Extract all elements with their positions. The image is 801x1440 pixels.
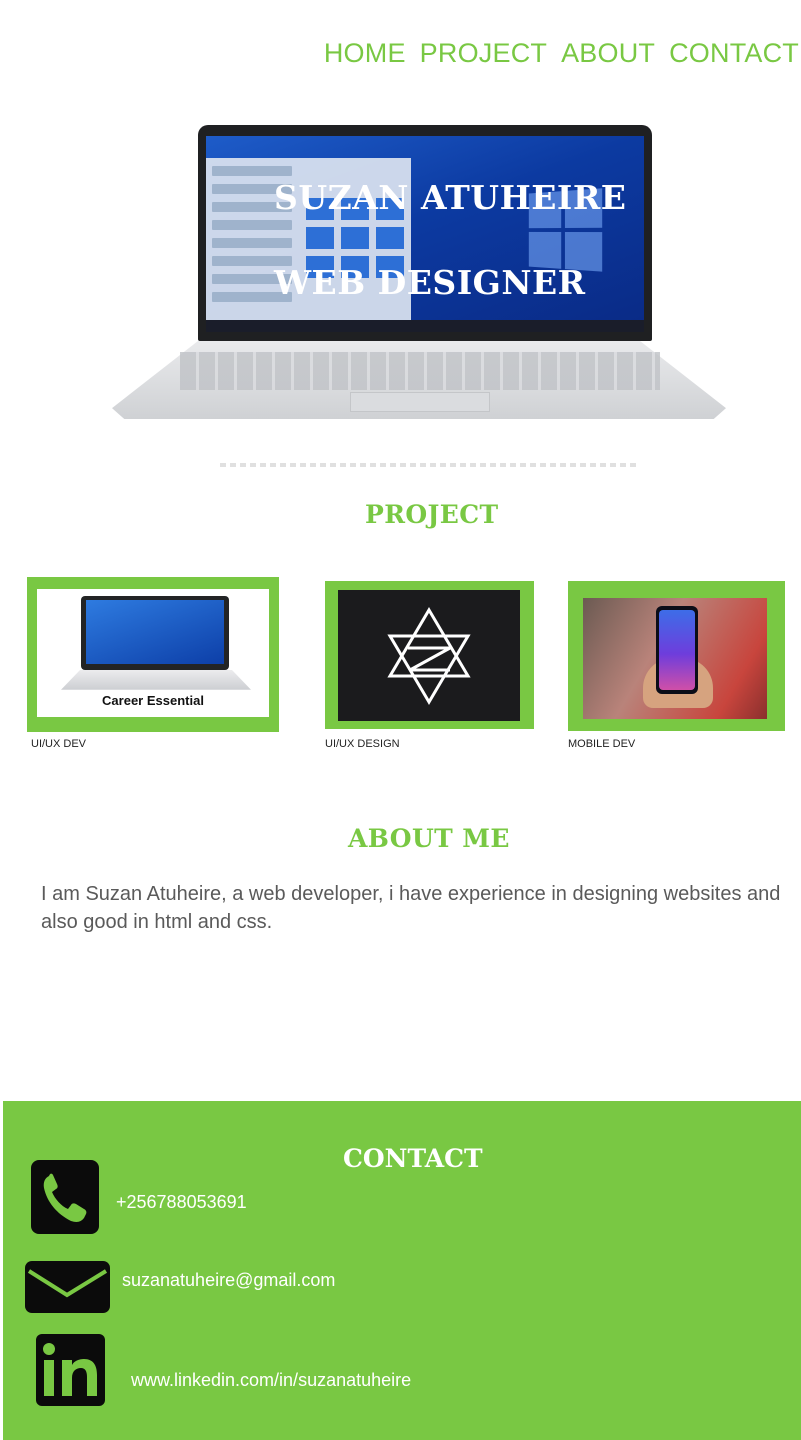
hero-name: SUZAN ATUHEIRE — [274, 178, 627, 217]
project-label-uiux-dev: UI/UX DEV — [31, 738, 87, 750]
nav-home-link[interactable]: HOME — [324, 38, 406, 69]
phone-icon[interactable] — [31, 1160, 99, 1234]
envelope-icon[interactable] — [25, 1261, 110, 1313]
hero-banner: SUZAN ATUHEIRE WEB DESIGNER — [0, 120, 801, 480]
taskbar-graphic — [206, 320, 644, 332]
project-card-mobile-dev[interactable] — [568, 581, 785, 731]
star-logo-icon — [387, 607, 471, 705]
laptop-touchpad — [350, 392, 490, 412]
mini-laptop-screen — [86, 600, 224, 664]
contact-phone-number[interactable]: +256788053691 — [116, 1192, 247, 1213]
laptop-keyboard — [180, 352, 660, 390]
linkedin-icon[interactable] — [36, 1334, 105, 1406]
project-card-uiux-dev[interactable]: Career Essential — [27, 577, 279, 732]
about-paragraph: I am Suzan Atuheire, a web developer, i … — [41, 883, 781, 933]
top-nav: HOME PROJECT ABOUT CONTACT — [324, 38, 799, 69]
nav-project-link[interactable]: PROJECT — [420, 38, 547, 69]
hero-role: WEB DESIGNER — [274, 263, 586, 302]
contact-email[interactable]: suzanatuheire@gmail.com — [122, 1270, 335, 1291]
nav-about-link[interactable]: ABOUT — [561, 38, 655, 69]
project-image-phone — [583, 598, 767, 719]
contact-linkedin-link[interactable]: www.linkedin.com/in/suzanatuheire — [131, 1370, 411, 1391]
project-card-uiux-design[interactable] — [325, 581, 534, 729]
project-image-logo — [338, 590, 520, 721]
career-essential-caption: Career Essential — [102, 693, 204, 708]
project-label-uiux-design: UI/UX DESIGN — [325, 738, 400, 750]
nav-contact-link[interactable]: CONTACT — [669, 38, 799, 69]
laptop-shadow — [220, 463, 640, 467]
about-section-title: ABOUT ME — [348, 824, 510, 853]
smartphone-screen — [659, 610, 695, 690]
project-image-career: Career Essential — [37, 589, 269, 717]
project-label-mobile-dev: MOBILE DEV — [568, 738, 636, 750]
project-section-title: PROJECT — [365, 500, 499, 529]
laptop-screen — [206, 136, 644, 332]
contact-section-title: CONTACT — [343, 1144, 483, 1173]
